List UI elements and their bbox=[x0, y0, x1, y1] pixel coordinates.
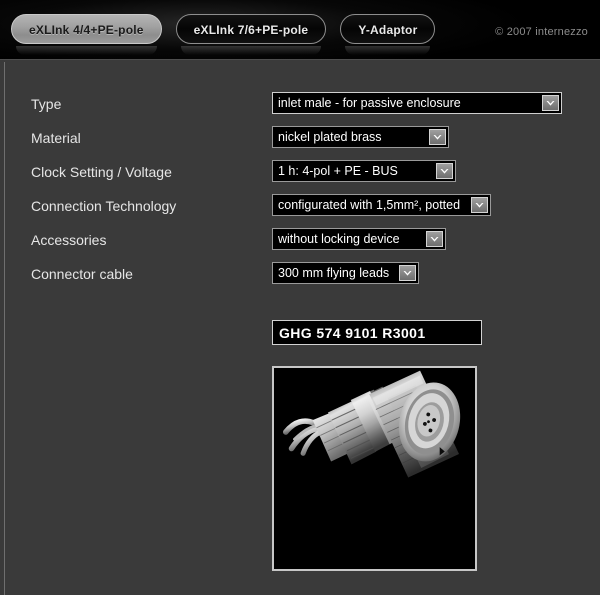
select-connector-cable-value: 300 mm flying leads bbox=[278, 266, 390, 280]
select-type[interactable]: inlet male - for passive enclosure bbox=[272, 92, 562, 114]
select-connection-technology[interactable]: configurated with 1,5mm², potted bbox=[272, 194, 491, 216]
tab-label: eXLInk 4/4+PE-pole bbox=[29, 23, 144, 37]
chevron-down-icon[interactable] bbox=[426, 231, 443, 247]
select-clock-setting-voltage[interactable]: 1 h: 4-pol + PE - BUS bbox=[272, 160, 456, 182]
product-photo bbox=[274, 368, 475, 569]
chevron-down-icon[interactable] bbox=[542, 95, 559, 111]
select-connection-technology-value: configurated with 1,5mm², potted bbox=[278, 198, 461, 212]
label-type: Type bbox=[31, 96, 62, 112]
tab-reflection bbox=[180, 46, 322, 55]
tab-bar: eXLInk 4/4+PE-pole eXLInk 7/6+PE-pole Y-… bbox=[11, 14, 436, 55]
select-material[interactable]: nickel plated brass bbox=[272, 126, 449, 148]
page-root: eXLInk 4/4+PE-pole eXLInk 7/6+PE-pole Y-… bbox=[0, 0, 600, 595]
tab-exlink-7-6-pe-pole[interactable]: eXLInk 7/6+PE-pole bbox=[175, 14, 327, 55]
select-accessories[interactable]: without locking device bbox=[272, 228, 446, 250]
tab-exlink-4-4-pe-pole[interactable]: eXLInk 4/4+PE-pole bbox=[11, 14, 162, 55]
label-accessories: Accessories bbox=[31, 232, 107, 248]
chevron-down-icon[interactable] bbox=[399, 265, 416, 281]
tab-label: Y-Adaptor bbox=[358, 23, 418, 37]
product-code-value: GHG 574 9101 R3001 bbox=[279, 324, 426, 341]
select-clock-setting-voltage-value: 1 h: 4-pol + PE - BUS bbox=[278, 164, 398, 178]
product-code-field[interactable]: GHG 574 9101 R3001 bbox=[272, 320, 482, 345]
chevron-down-icon[interactable] bbox=[436, 163, 453, 179]
label-clock-setting-voltage: Clock Setting / Voltage bbox=[31, 164, 172, 180]
label-connector-cable: Connector cable bbox=[31, 266, 133, 282]
select-material-value: nickel plated brass bbox=[278, 130, 382, 144]
tab-label: eXLInk 7/6+PE-pole bbox=[193, 23, 309, 37]
label-connection-technology: Connection Technology bbox=[31, 198, 177, 214]
tab-reflection bbox=[16, 46, 157, 55]
product-image-frame bbox=[272, 366, 477, 571]
chevron-down-icon[interactable] bbox=[429, 129, 446, 145]
select-accessories-value: without locking device bbox=[278, 232, 400, 246]
chevron-down-icon[interactable] bbox=[471, 197, 488, 213]
select-type-value: inlet male - for passive enclosure bbox=[278, 96, 461, 110]
tab-reflection bbox=[345, 46, 431, 55]
copyright-notice: © 2007 internezzo bbox=[495, 26, 588, 38]
left-border-rule bbox=[4, 62, 5, 595]
label-material: Material bbox=[31, 130, 81, 146]
select-connector-cable[interactable]: 300 mm flying leads bbox=[272, 262, 419, 284]
tab-y-adaptor[interactable]: Y-Adaptor bbox=[340, 14, 436, 55]
header-bar: eXLInk 4/4+PE-pole eXLInk 7/6+PE-pole Y-… bbox=[0, 0, 600, 59]
